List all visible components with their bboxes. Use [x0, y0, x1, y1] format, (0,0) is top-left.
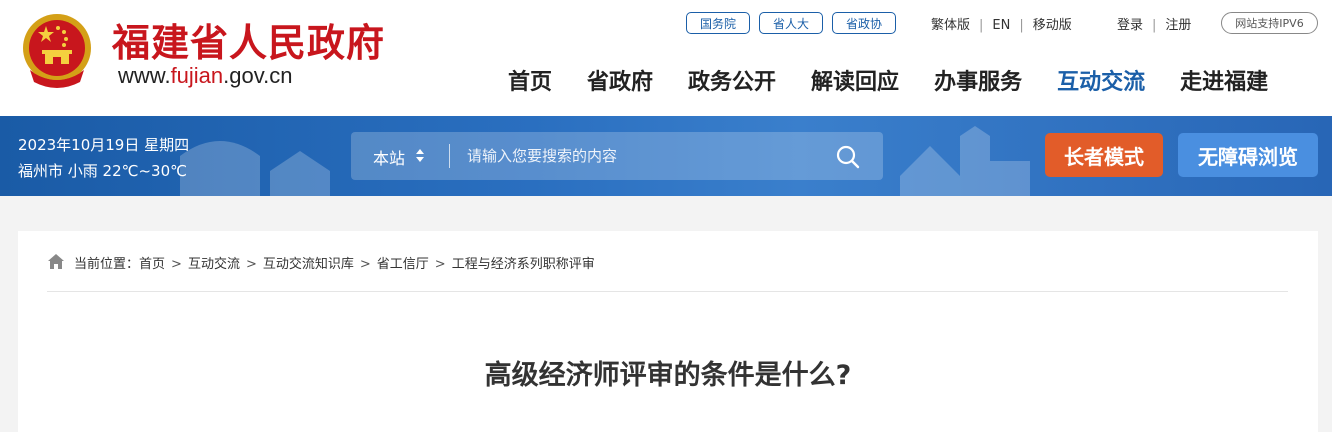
weather-info: 福州市 小雨 22℃~30℃ [18, 162, 187, 180]
nav-services[interactable]: 办事服务 [934, 64, 1022, 96]
login-link[interactable]: 登录 [1117, 18, 1143, 33]
search-icon[interactable] [835, 144, 861, 170]
separator: | [979, 18, 984, 33]
search-scope-select[interactable]: 本站 [373, 145, 405, 169]
account-links: 登录 | 注册 [1117, 14, 1191, 33]
breadcrumb-department[interactable]: 省工信厅 [377, 257, 429, 272]
language-links: 繁体版 | EN | 移动版 [931, 14, 1072, 33]
nav-home[interactable]: 首页 [508, 64, 552, 96]
breadcrumb-separator: > [245, 257, 257, 272]
breadcrumb-interaction[interactable]: 互动交流 [188, 257, 240, 272]
site-url-prefix: www. [118, 63, 171, 88]
search-divider [449, 144, 450, 168]
site-header: 福建省人民政府 www.fujian.gov.cn 国务院 省人大 省政协 繁体… [0, 0, 1332, 116]
mobile-link[interactable]: 移动版 [1033, 18, 1072, 33]
nav-provincial-government[interactable]: 省政府 [587, 64, 653, 96]
current-date: 2023年10月19日 星期四 [18, 136, 190, 154]
separator: | [1019, 18, 1024, 33]
breadcrumb-knowledge-base[interactable]: 互动交流知识库 [263, 257, 354, 272]
site-title[interactable]: 福建省人民政府 [112, 12, 385, 67]
search-input[interactable] [467, 140, 827, 172]
ipv6-badge: 网站支持IPV6 [1221, 12, 1318, 34]
breadcrumb: 当前位置：首页 > 互动交流 > 互动交流知识库 > 省工信厅 > 工程与经济系列职称评审 [74, 253, 595, 272]
register-link[interactable]: 注册 [1165, 18, 1191, 33]
pill-provincial-cppcc[interactable]: 省政协 [832, 12, 896, 34]
english-link[interactable]: EN [992, 18, 1010, 33]
traditional-chinese-link[interactable]: 繁体版 [931, 18, 970, 33]
site-url-suffix: .gov.cn [223, 63, 293, 88]
pill-provincial-congress[interactable]: 省人大 [759, 12, 823, 34]
breadcrumb-divider [47, 291, 1288, 292]
nav-about-fujian[interactable]: 走进福建 [1180, 64, 1268, 96]
nav-interpretation[interactable]: 解读回应 [811, 64, 899, 96]
breadcrumb-separator: > [359, 257, 371, 272]
breadcrumb-home[interactable]: 首页 [139, 257, 165, 272]
elder-mode-button[interactable]: 长者模式 [1045, 133, 1163, 177]
pill-state-council[interactable]: 国务院 [686, 12, 750, 34]
site-url[interactable]: www.fujian.gov.cn [118, 63, 292, 89]
nav-interaction[interactable]: 互动交流 [1057, 64, 1145, 96]
separator: | [1152, 18, 1157, 33]
national-emblem-icon[interactable] [20, 12, 94, 90]
home-icon [48, 254, 64, 269]
site-url-highlight: fujian [170, 63, 224, 88]
breadcrumb-category[interactable]: 工程与经济系列职称评审 [452, 257, 595, 272]
accessible-browse-button[interactable]: 无障碍浏览 [1178, 133, 1318, 177]
content-card: 当前位置：首页 > 互动交流 > 互动交流知识库 > 省工信厅 > 工程与经济系列职称评审 高级… [18, 231, 1318, 432]
breadcrumb-separator: > [171, 257, 182, 272]
breadcrumb-label: 当前位置： [74, 257, 140, 272]
sort-arrows-icon[interactable] [415, 144, 425, 166]
breadcrumb-separator: > [434, 257, 446, 272]
article-title: 高级经济师评审的条件是什么? [484, 360, 852, 391]
nav-government-affairs[interactable]: 政务公开 [688, 64, 776, 96]
search-band: 2023年10月19日 星期四 福州市 小雨 22℃~30℃ 本站 长者模式 无… [0, 116, 1332, 196]
search-box: 本站 [351, 132, 883, 180]
main-nav: 首页 省政府 政务公开 解读回应 办事服务 互动交流 走进福建 [508, 64, 1268, 96]
